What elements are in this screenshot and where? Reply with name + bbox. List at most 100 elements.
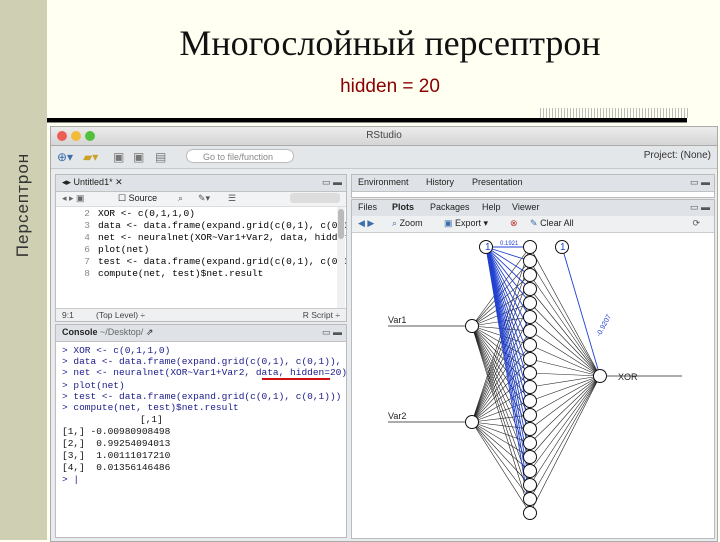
hidden-node	[523, 422, 537, 436]
plots-pane: Files Plots Packages Help Viewer ▭ ▬ ◀ ▶…	[351, 199, 715, 539]
console-pane: Console ~/Desktop/ ⇗ ▭ ▬ > XOR <- c(0,1,…	[55, 324, 347, 538]
export-button[interactable]: ▣ Export ▾	[444, 218, 488, 229]
tab-plots[interactable]: Plots	[392, 202, 414, 212]
code-line: 7 test <- data.frame(expand.grid(c(0,1), …	[84, 256, 347, 267]
neural-network-plot: Var1 Var2 XOR 1 1 -0.9207 0.1921	[388, 240, 682, 520]
tab-files[interactable]: Files	[358, 202, 377, 212]
hidden-output-edge	[529, 375, 601, 444]
hidden-node	[523, 478, 537, 492]
new-file-icon[interactable]: ⊕▾	[57, 150, 73, 164]
hidden-output-edge	[529, 246, 601, 377]
input-node	[465, 319, 479, 333]
hidden-node	[523, 338, 537, 352]
vertical-title: Персептрон	[13, 152, 32, 258]
tab-environment[interactable]: Environment	[358, 177, 409, 187]
hidden-node	[523, 282, 537, 296]
scope-dropdown[interactable]: (Top Level) ÷	[96, 310, 145, 320]
zoom-button[interactable]: ⌕ Zoom	[392, 218, 423, 229]
editor-options-icon[interactable]: ☰	[228, 193, 236, 204]
result-header: [,1]	[140, 414, 163, 425]
plot-nav-arrows-icon[interactable]: ◀ ▶	[358, 218, 374, 229]
project-menu[interactable]: Project: (None)	[644, 150, 711, 161]
console-line: > data <- data.frame(expand.grid(c(0,1),…	[62, 356, 347, 367]
hidden-node	[523, 394, 537, 408]
remove-plot-icon[interactable]: ⊗	[510, 218, 518, 229]
hidden-node	[523, 450, 537, 464]
input-hidden-edge	[471, 330, 531, 423]
plots-window-controls[interactable]: ▭ ▬	[690, 202, 710, 213]
editor-status-bar: 9:1 (Top Level) ÷ R Script ÷	[56, 308, 346, 321]
output-node	[593, 369, 607, 383]
hidden-output-edge	[529, 288, 601, 377]
rstudio-window: RStudio ⊕▾ ▰▾ ▣ ▣ ▤ Go to file/function …	[50, 126, 718, 542]
console-line: > net <- neuralnet(XOR~Var1+Var2, data, …	[62, 367, 347, 378]
hidden-output-edge	[529, 375, 601, 486]
hidden-output-edge	[529, 330, 601, 377]
network-nodes	[465, 240, 607, 520]
plots-toolbar: ◀ ▶ ⌕ Zoom ▣ Export ▾ ⊗ ✎ Clear All ⟳	[352, 216, 714, 233]
hidden-node	[523, 240, 537, 254]
tab-history[interactable]: History	[426, 177, 454, 187]
search-icon[interactable]: ⌕	[178, 193, 183, 204]
print-icon[interactable]: ▤	[155, 150, 166, 164]
hidden-node	[523, 436, 537, 450]
edge-weight-label: 0.1921	[500, 241, 519, 247]
hidden-node	[523, 408, 537, 422]
save-icon[interactable]: ▣	[113, 150, 124, 164]
console-tab[interactable]: Console ~/Desktop/ ⇗	[62, 327, 153, 338]
clear-all-button[interactable]: ✎ Clear All	[530, 218, 574, 229]
hidden-output-edge	[529, 375, 601, 472]
console-window-controls[interactable]: ▭ ▬	[322, 327, 342, 338]
hidden-node	[523, 324, 537, 338]
console-prompt[interactable]: > |	[62, 474, 79, 485]
input-label-var2: Var2	[388, 411, 406, 421]
tab-viewer[interactable]: Viewer	[512, 202, 539, 212]
hidden-output-edge	[529, 375, 601, 430]
run-buttons[interactable]	[290, 193, 340, 203]
hidden-node	[523, 310, 537, 324]
hidden-output-edge	[529, 260, 601, 377]
console-line: > test <- data.frame(expand.grid(c(0,1),…	[62, 391, 342, 402]
console-output[interactable]: > XOR <- c(0,1,1,0) > data <- data.frame…	[56, 343, 346, 537]
result-row: [1,] -0.00980908498	[62, 426, 171, 437]
editor-window-controls[interactable]: ▭ ▬	[322, 177, 342, 188]
save-all-icon[interactable]: ▣	[133, 150, 144, 164]
console-line: > plot(net)	[62, 380, 125, 391]
hidden-node	[523, 268, 537, 282]
code-line: 4 net <- neuralnet(XOR~Var1+Var2, data, h…	[84, 232, 347, 243]
editor-nav-icons[interactable]: ◂ ▸ ▣	[62, 193, 85, 204]
editor-toolbar: ◂ ▸ ▣ ☐ Source ⌕ ✎▾ ☰	[56, 192, 346, 207]
editor-file-tab[interactable]: ◂▸ Untitled1* ✕	[62, 177, 123, 188]
environment-pane: Environment History Presentation ▭ ▬	[351, 174, 715, 198]
hidden-node	[523, 492, 537, 506]
code-area[interactable]: 2 XOR <- c(0,1,1,0) 3 data <- data.frame(e…	[56, 207, 346, 307]
code-line: 3 data <- data.frame(expand.grid(c(0,1), …	[84, 220, 347, 231]
bias-output-edge	[561, 246, 601, 377]
hidden-node	[523, 506, 537, 520]
slide-subtitle: hidden = 20	[340, 76, 440, 97]
code-tools-icon[interactable]: ✎▾	[198, 193, 210, 204]
window-titlebar: RStudio	[51, 127, 717, 146]
window-title: RStudio	[366, 130, 402, 141]
decor-hatch	[540, 108, 690, 118]
result-row: [3,] 1.00111017210	[62, 450, 171, 461]
hidden-node	[523, 464, 537, 478]
bias-label-input: 1	[485, 242, 491, 253]
hidden-node	[523, 254, 537, 268]
main-toolbar: ⊕▾ ▰▾ ▣ ▣ ▤ Go to file/function Project:…	[51, 146, 717, 169]
tab-packages[interactable]: Packages	[430, 202, 470, 212]
hidden-node	[523, 352, 537, 366]
tab-help[interactable]: Help	[482, 202, 501, 212]
source-on-save-button[interactable]: ☐ Source	[118, 193, 157, 204]
slide-title: Многослойный персептрон	[179, 23, 601, 63]
goto-file-input[interactable]: Go to file/function	[186, 149, 294, 163]
open-folder-icon[interactable]: ▰▾	[83, 150, 98, 164]
editor-pane: ◂▸ Untitled1* ✕ ▭ ▬ ◂ ▸ ▣ ☐ Source ⌕ ✎▾ …	[55, 174, 347, 322]
editor-scrollbar[interactable]	[337, 207, 345, 309]
input-label-var1: Var1	[388, 315, 406, 325]
tab-presentation[interactable]: Presentation	[472, 177, 523, 187]
env-window-controls[interactable]: ▭ ▬	[690, 177, 710, 188]
refresh-icon[interactable]: ⟳	[692, 218, 700, 229]
export-icon: ▣	[444, 218, 453, 228]
file-type-dropdown[interactable]: R Script ÷	[303, 310, 340, 320]
